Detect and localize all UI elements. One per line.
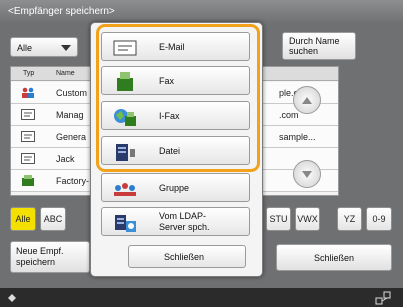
chevron-down-icon bbox=[61, 45, 71, 51]
status-diamond-icon bbox=[8, 294, 16, 302]
close-button[interactable]: Schließen bbox=[276, 244, 392, 271]
status-bar bbox=[0, 288, 403, 307]
screen: <Empfänger speichern> Alle Durch Name su… bbox=[0, 0, 403, 288]
search-by-name-label: Durch Name suchen bbox=[289, 36, 340, 56]
letter-tab-0-9[interactable]: 0-9 bbox=[366, 207, 392, 231]
letter-tab-vwx[interactable]: VWX bbox=[295, 207, 320, 231]
letter-tab-all[interactable]: Alle bbox=[10, 207, 36, 231]
arrow-up-icon bbox=[302, 97, 312, 104]
new-entry-label: Neue Empf. speichern bbox=[16, 246, 64, 267]
filter-dropdown[interactable]: Alle bbox=[10, 37, 78, 57]
fax-icon bbox=[22, 175, 34, 186]
ldap-server-icon bbox=[115, 215, 136, 232]
group-label: Gruppe bbox=[159, 183, 190, 193]
group-button[interactable]: Gruppe bbox=[101, 173, 250, 202]
popup-close-label: Schließen bbox=[164, 252, 205, 262]
letter-tab-abc[interactable]: ABC bbox=[40, 207, 66, 231]
list-item-name: Manag bbox=[56, 110, 84, 120]
ldap-server-button[interactable]: Vom LDAP- Server spch. bbox=[101, 207, 250, 236]
letter-tab-yz[interactable]: YZ bbox=[337, 207, 362, 231]
list-item-name: Genera bbox=[56, 132, 87, 142]
ldap-server-label: Vom LDAP- Server spch. bbox=[159, 211, 210, 233]
ldap-line-1: Vom LDAP- bbox=[159, 211, 207, 221]
search-by-name-button[interactable]: Durch Name suchen bbox=[282, 32, 356, 60]
list-item-name: Factory- bbox=[56, 176, 90, 186]
new-entry-button[interactable]: Neue Empf. speichern bbox=[10, 241, 90, 273]
network-icon bbox=[375, 291, 391, 305]
arrow-down-icon bbox=[302, 171, 312, 178]
scroll-down-button[interactable] bbox=[293, 160, 321, 188]
column-name: Name bbox=[56, 70, 75, 77]
scroll-up-button[interactable] bbox=[293, 86, 321, 114]
ldap-line-2: Server spch. bbox=[159, 222, 210, 232]
popup-close-button[interactable]: Schließen bbox=[128, 245, 246, 268]
scroll-controls bbox=[293, 80, 323, 190]
column-type: Typ bbox=[23, 70, 35, 77]
email-icon bbox=[21, 109, 35, 120]
page-title: <Empfänger speichern> bbox=[0, 0, 403, 24]
list-item-name: Custom bbox=[56, 88, 88, 98]
list-item-name: Jack bbox=[56, 154, 75, 164]
email-icon bbox=[21, 153, 35, 164]
device-frame: <Empfänger speichern> Alle Durch Name su… bbox=[0, 0, 403, 307]
group-icon bbox=[22, 87, 34, 98]
group-icon bbox=[114, 183, 136, 196]
selection-highlight bbox=[96, 24, 260, 172]
email-icon bbox=[21, 131, 35, 142]
close-label: Schließen bbox=[313, 253, 355, 263]
filter-value: Alle bbox=[17, 43, 33, 53]
letter-tab-stu[interactable]: STU bbox=[266, 207, 291, 231]
